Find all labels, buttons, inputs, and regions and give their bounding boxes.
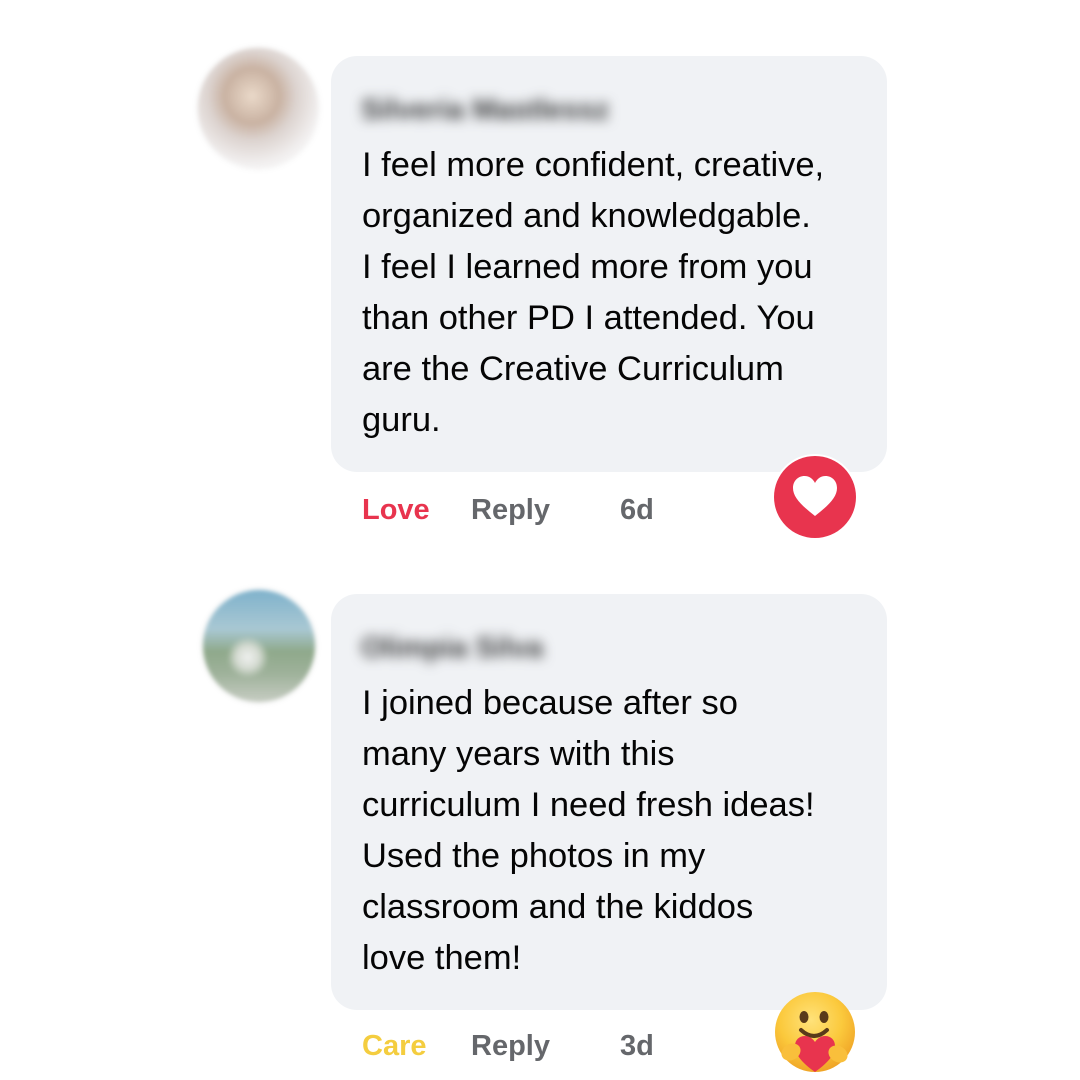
comment-text-line: many years with this	[362, 735, 675, 773]
comment-text-line: classroom and the kiddos	[362, 888, 754, 926]
comment-1: Silveria Mastlessz I feel more confident…	[0, 0, 1080, 560]
comment-timestamp[interactable]: 6d	[620, 494, 654, 527]
comment-text-line: organized and knowledgable.	[362, 197, 811, 235]
love-reaction-button[interactable]: Love	[362, 494, 430, 527]
comment-text-line: I feel more confident, creative,	[362, 146, 825, 184]
comment-text-line: than other PD I attended. You	[362, 299, 815, 337]
reply-button[interactable]: Reply	[471, 1030, 550, 1063]
care-reaction-button[interactable]: Care	[362, 1030, 427, 1063]
comment-text-line: I feel I learned more from you	[362, 248, 813, 286]
comment-text-line: love them!	[362, 939, 522, 977]
avatar[interactable]	[203, 590, 315, 702]
care-emoji-icon[interactable]	[771, 990, 859, 1078]
comment-text-line: Used the photos in my	[362, 837, 706, 875]
comment-text-line: guru.	[362, 401, 441, 439]
reply-button[interactable]: Reply	[471, 494, 550, 527]
comment-author[interactable]: Olimpia Silva	[361, 632, 543, 665]
comment-timestamp[interactable]: 3d	[620, 1030, 654, 1063]
comment-text: I joined because after so many years wit…	[362, 678, 862, 984]
comment-text-line: I joined because after so	[362, 684, 738, 722]
comment-2: Olimpia Silva I joined because after so …	[0, 580, 1080, 1080]
avatar[interactable]	[198, 48, 318, 168]
love-heart-icon[interactable]	[771, 453, 859, 541]
comment-author[interactable]: Silveria Mastlessz	[361, 94, 609, 127]
comment-text-line: are the Creative Curriculum	[362, 350, 784, 388]
comment-bubble: Silveria Mastlessz I feel more confident…	[331, 56, 887, 472]
comment-text: I feel more confident, creative, organiz…	[362, 140, 862, 446]
comment-text-line: curriculum I need fresh ideas!	[362, 786, 815, 824]
comment-bubble: Olimpia Silva I joined because after so …	[331, 594, 887, 1010]
